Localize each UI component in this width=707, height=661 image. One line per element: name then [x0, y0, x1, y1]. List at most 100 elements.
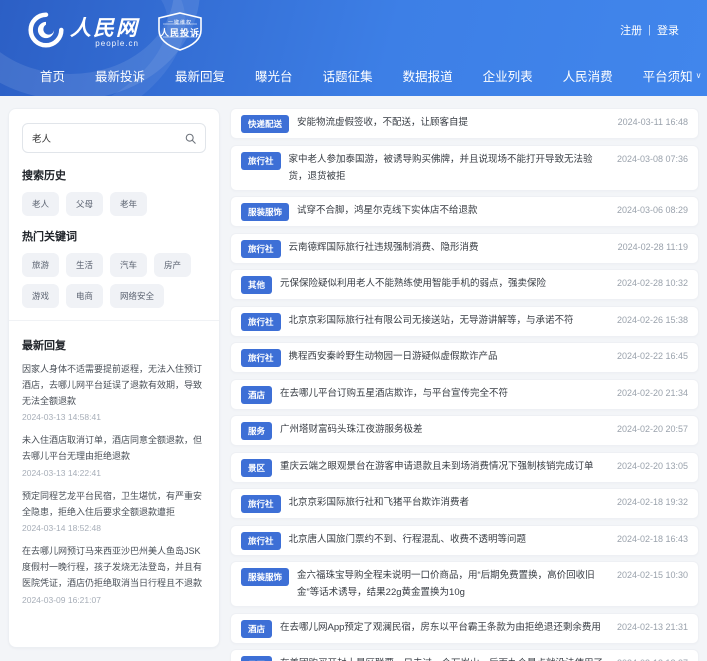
nav-item-label: 平台须知	[642, 69, 693, 84]
complaint-title[interactable]: 元保保险疑似利用老人不能熟练使用智能手机的弱点，强卖保险	[280, 275, 607, 292]
complaint-row[interactable]: 景区 重庆云端之眼观景台在游客申请退款且未到场消费情况下强制核销完成订单 202…	[230, 451, 699, 483]
complaint-title[interactable]: 广州塔财富码头珠江夜游服务极差	[280, 421, 607, 438]
nav-item-exposure[interactable]: 曝光台	[255, 66, 293, 85]
complaint-title[interactable]: 在美团购买开封十景区联票，只去过一个万岁山，后面九个景点就没法使用了	[280, 655, 607, 661]
complaint-row[interactable]: 旅行社 家中老人参加泰国游，被诱导购买佛牌，并且说现场不能打开导致无法验货，退货…	[230, 144, 699, 191]
hot-keywords-title: 热门关键词	[22, 231, 77, 243]
category-badge[interactable]: 服务	[241, 422, 273, 441]
reply-date: 2024-03-09 16:21:07	[22, 594, 101, 605]
search-icon[interactable]	[185, 133, 196, 144]
category-badge[interactable]: 旅行社	[241, 151, 281, 170]
category-badge[interactable]: 旅行社	[241, 531, 281, 550]
nav-item-latest-replies[interactable]: 最新回复	[175, 66, 225, 85]
complaint-row[interactable]: 旅行社 携程西安秦岭野生动物园一日游疑似虚假欺诈产品 2024-02-22 16…	[230, 342, 699, 374]
complaint-date: 2024-02-15 10:30	[616, 570, 688, 581]
history-tag[interactable]: 老年	[110, 192, 148, 216]
complaint-date: 2024-02-28 10:32	[616, 278, 688, 289]
history-tag[interactable]: 父母	[66, 192, 104, 216]
complaint-title[interactable]: 金六福珠宝导购全程未说明一口价商品，用“后期免费置换，高价回收旧金”等话术诱导，…	[297, 567, 607, 601]
category-badge[interactable]: 旅行社	[241, 349, 281, 368]
category-badge[interactable]: 景区	[241, 458, 273, 477]
latest-replies-title: 最新回复	[22, 340, 66, 352]
hot-tag[interactable]: 电商	[66, 284, 104, 308]
complaint-row[interactable]: 快递配送 安能物流虚假签收，不配送，让顾客自提 2024-03-11 16:48	[230, 108, 699, 139]
complaint-title[interactable]: 北京唐人国旅门票约不到、行程混乱、收费不透明等问题	[289, 531, 607, 548]
search-history-title: 搜索历史	[22, 170, 66, 182]
reply-item[interactable]: 未入住酒店取消订单，酒店同意全额退款，但去哪儿平台无理由拒绝退款 2024-03…	[22, 433, 206, 478]
people-cn-logo[interactable]: 人民网 people.cn	[28, 12, 139, 48]
category-badge[interactable]: 服装服饰	[241, 568, 290, 587]
complaint-title[interactable]: 北京京彩国际旅行社有限公司无接送站，无导游讲解等，与承诺不符	[289, 312, 607, 329]
reply-text: 因家人身体不适需要提前返程，无法入住预订酒店，去哪儿网平台延误了退款有效期，导致…	[22, 364, 203, 406]
nav-item-consumption[interactable]: 人民消费	[563, 66, 613, 85]
nav-item-company-list[interactable]: 企业列表	[483, 66, 533, 85]
sidebar: 搜索历史 老人 父母 老年 热门关键词 旅游 生活 汽车 房产 游戏 电商 网络…	[8, 108, 220, 648]
category-badge[interactable]: 旅行社	[241, 239, 281, 258]
complaint-row[interactable]: 其他 元保保险疑似利用老人不能熟练使用智能手机的弱点，强卖保险 2024-02-…	[230, 269, 699, 301]
nav-item-latest-complaints[interactable]: 最新投诉	[95, 66, 145, 85]
reply-item[interactable]: 因家人身体不适需要提前返程，无法入住预订酒店，去哪儿网平台延误了退款有效期，导致…	[22, 362, 206, 422]
complaint-row[interactable]: 旅行社 北京京彩国际旅行社有限公司无接送站，无导游讲解等，与承诺不符 2024-…	[230, 305, 699, 337]
reply-date: 2024-03-13 14:58:41	[22, 412, 101, 423]
site-header: 人民网 people.cn 一键维权 人民投诉 注册 | 登录 首页 最新投诉 …	[0, 0, 707, 96]
hot-tag[interactable]: 房产	[154, 253, 192, 277]
category-badge[interactable]: 景区	[241, 656, 273, 661]
register-link[interactable]: 注册	[620, 22, 642, 38]
complaint-row[interactable]: 服装服饰 试穿不合脚，鸿星尔克线下实体店不给退款 2024-03-06 08:2…	[230, 196, 699, 228]
complaint-date: 2024-02-22 16:45	[616, 351, 688, 362]
complaint-row[interactable]: 旅行社 云南德辉国际旅行社违规强制消费、隐形消费 2024-02-28 11:1…	[230, 232, 699, 264]
complaint-title[interactable]: 安能物流虚假签收，不配送，让顾客自提	[297, 114, 608, 131]
complaint-date: 2024-02-28 11:19	[617, 241, 688, 252]
hot-tag[interactable]: 网络安全	[110, 284, 165, 308]
search-input[interactable]	[32, 132, 185, 144]
complaint-shield-badge[interactable]: 一键维权 人民投诉	[153, 10, 207, 52]
nav-item-platform-notice[interactable]: 平台须知 ∨	[643, 66, 702, 85]
hot-tag[interactable]: 汽车	[110, 253, 148, 277]
chevron-down-icon: ∨	[695, 70, 702, 80]
complaint-row[interactable]: 景区 在美团购买开封十景区联票，只去过一个万岁山，后面九个景点就没法使用了 20…	[230, 649, 699, 661]
reply-date: 2024-03-13 14:22:41	[22, 467, 101, 478]
complaint-date: 2024-02-18 16:43	[616, 533, 688, 544]
complaint-row[interactable]: 旅行社 北京京彩国际旅行社和飞猪平台欺诈消费者 2024-02-18 19:32	[230, 488, 699, 520]
login-link[interactable]: 登录	[657, 22, 679, 38]
shield-label: 人民投诉	[159, 28, 200, 38]
category-badge[interactable]: 旅行社	[241, 495, 281, 514]
category-badge[interactable]: 快递配送	[241, 115, 290, 133]
category-badge[interactable]: 酒店	[241, 619, 273, 638]
complaint-title[interactable]: 在去哪儿网App预定了观澜民宿，房东以平台霸王条款为由拒绝退还剩余费用	[280, 619, 607, 636]
category-badge[interactable]: 旅行社	[241, 312, 281, 331]
nav-item-data-reports[interactable]: 数据报道	[403, 66, 453, 85]
history-tag[interactable]: 老人	[22, 192, 60, 216]
category-badge[interactable]: 其他	[241, 276, 273, 295]
complaint-row[interactable]: 服务 广州塔财富码头珠江夜游服务极差 2024-02-20 20:57	[230, 415, 699, 447]
hot-tag[interactable]: 生活	[66, 253, 104, 277]
complaint-title[interactable]: 北京京彩国际旅行社和飞猪平台欺诈消费者	[289, 494, 607, 511]
hot-tag[interactable]: 旅游	[22, 253, 60, 277]
nav-item-home[interactable]: 首页	[40, 66, 65, 85]
complaint-title[interactable]: 携程西安秦岭野生动物园一日游疑似虚假欺诈产品	[289, 348, 607, 365]
complaint-row[interactable]: 旅行社 北京唐人国旅门票约不到、行程混乱、收费不透明等问题 2024-02-18…	[230, 524, 699, 556]
complaint-title[interactable]: 云南德辉国际旅行社违规强制消费、隐形消费	[289, 239, 608, 256]
latest-replies-section: 最新回复 因家人身体不适需要提前返程，无法入住预订酒店，去哪儿网平台延误了退款有…	[9, 320, 219, 605]
complaint-date: 2024-03-06 08:29	[616, 205, 688, 216]
reply-item[interactable]: 预定同程艺龙平台民宿，卫生堪忧，有严重安全隐患，拒绝入住后要求全额退款遭拒 20…	[22, 489, 206, 534]
search-box[interactable]	[22, 123, 206, 153]
reply-item[interactable]: 在去哪儿网预订马来西亚沙巴州美人鱼岛JSK度假村一晚行程，孩子发烧无法登岛，并且…	[22, 544, 206, 604]
reply-text: 未入住酒店取消订单，酒店同意全额退款，但去哪儿平台无理由拒绝退款	[22, 435, 203, 461]
complaint-title[interactable]: 试穿不合脚，鸿星尔克线下实体店不给退款	[297, 202, 607, 219]
complaint-title[interactable]: 在去哪儿平台订购五星酒店欺诈，与平台宣传完全不符	[280, 385, 607, 402]
auth-links: 注册 | 登录	[620, 22, 679, 38]
hot-tag[interactable]: 游戏	[22, 284, 60, 308]
hot-keyword-tags: 旅游 生活 汽车 房产 游戏 电商 网络安全	[22, 253, 206, 308]
reply-date: 2024-03-14 18:52:48	[22, 523, 101, 534]
complaint-row[interactable]: 酒店 在去哪儿平台订购五星酒店欺诈，与平台宣传完全不符 2024-02-20 2…	[230, 378, 699, 410]
complaint-row[interactable]: 酒店 在去哪儿网App预定了观澜民宿，房东以平台霸王条款为由拒绝退还剩余费用 2…	[230, 612, 699, 644]
nav-item-topics[interactable]: 话题征集	[323, 66, 373, 85]
complaint-title[interactable]: 重庆云端之眼观景台在游客申请退款且未到场消费情况下强制核销完成订单	[280, 458, 607, 475]
complaint-date: 2024-03-11 16:48	[617, 117, 688, 127]
category-badge[interactable]: 服装服饰	[241, 203, 290, 222]
auth-separator: |	[648, 24, 651, 36]
category-badge[interactable]: 酒店	[241, 385, 273, 404]
complaint-title[interactable]: 家中老人参加泰国游，被诱导购买佛牌，并且说现场不能打开导致无法验货，退货被拒	[289, 151, 607, 185]
complaint-row[interactable]: 服装服饰 金六福珠宝导购全程未说明一口价商品，用“后期免费置换，高价回收旧金”等…	[230, 561, 699, 608]
